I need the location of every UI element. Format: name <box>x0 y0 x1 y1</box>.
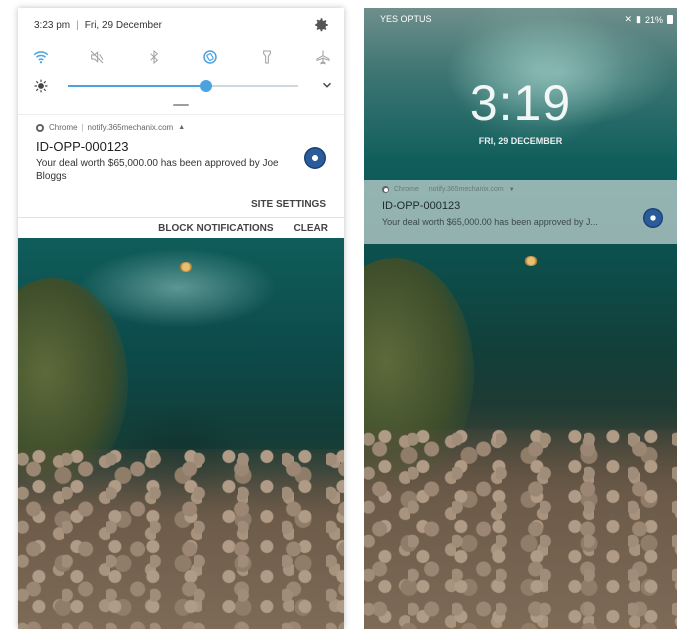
boat <box>179 262 193 272</box>
mute-icon[interactable] <box>88 48 106 66</box>
block-notifications-button[interactable]: BLOCK NOTIFICATIONS <box>158 223 273 234</box>
status-separator: | <box>76 20 79 31</box>
notification-actions: BLOCK NOTIFICATIONS CLEAR <box>158 223 328 234</box>
notification-app-name: Chrome <box>394 186 419 193</box>
notification-header: Chrome | notify.365mechanix.com ▲ <box>36 123 185 132</box>
notification-header: Chrome | notify.365mechanix.com ▼ <box>382 186 515 193</box>
home-wallpaper <box>18 238 344 629</box>
chevron-down-icon[interactable] <box>320 78 334 92</box>
settings-gear-icon[interactable] <box>312 16 330 34</box>
site-settings-button[interactable]: SITE SETTINGS <box>251 199 326 210</box>
bluetooth-icon[interactable] <box>145 48 163 66</box>
shade-handle[interactable] <box>173 104 189 106</box>
brightness-slider-fill <box>68 85 206 87</box>
notification-app-name: Chrome <box>49 123 78 132</box>
carrier-label: YES OPTUS <box>380 14 432 24</box>
battery-icon <box>667 15 673 24</box>
lock-screen: YES OPTUS ✕ ▮ 21% 3:19 FRI, 29 DECEMBER … <box>364 8 677 629</box>
chrome-notification-card[interactable]: Chrome | notify.365mechanix.com ▲ ID-OPP… <box>18 114 344 238</box>
battery-percent: 21% <box>644 14 663 25</box>
brightness-control <box>34 78 334 94</box>
status-bar: 3:23 pm | Fri, 29 December <box>34 20 162 31</box>
clear-button[interactable]: CLEAR <box>294 223 328 234</box>
header-separator: | <box>422 186 425 193</box>
notification-body: Your deal worth $65,000.00 has been appr… <box>36 158 279 182</box>
lock-notification-card[interactable]: Chrome | notify.365mechanix.com ▼ ID-OPP… <box>364 180 677 244</box>
quick-settings-panel: 3:23 pm | Fri, 29 December <box>18 8 344 112</box>
notification-source: notify.365mechanix.com <box>428 186 504 193</box>
lock-date: FRI, 29 DECEMBER <box>478 136 563 146</box>
airplane-mode-icon[interactable] <box>314 48 332 66</box>
quick-settings-toggles <box>32 48 332 66</box>
mute-icon: ✕ <box>624 14 633 24</box>
chevron-down-icon[interactable]: ▼ <box>509 187 515 193</box>
chrome-icon <box>36 123 44 132</box>
rocky-shore <box>364 429 677 629</box>
signal-icon: ▮ <box>636 14 641 24</box>
notification-title: ID-OPP-000123 <box>36 139 129 154</box>
chevron-up-icon[interactable]: ▲ <box>178 124 185 131</box>
notification-source: notify.365mechanix.com <box>87 123 174 132</box>
header-separator: | <box>81 123 84 132</box>
site-logo-icon <box>304 147 326 169</box>
rocky-shore <box>18 449 344 629</box>
auto-rotate-icon[interactable] <box>201 48 219 66</box>
actions-divider <box>18 217 344 218</box>
brightness-slider[interactable] <box>68 80 298 92</box>
status-time: 3:23 pm <box>34 20 71 31</box>
boat <box>524 256 538 266</box>
chrome-icon <box>382 186 389 193</box>
notification-body: Your deal worth $65,000.00 has been appr… <box>382 217 598 227</box>
lock-clock: 3:19 <box>469 75 572 131</box>
notification-title: ID-OPP-000123 <box>382 200 461 212</box>
wifi-icon[interactable] <box>32 48 50 66</box>
status-icons: ✕ ▮ 21% <box>624 14 673 25</box>
status-date: Fri, 29 December <box>84 20 162 31</box>
site-logo-icon <box>643 208 663 228</box>
notification-shade-screen: 3:23 pm | Fri, 29 December Chrome | noti… <box>18 8 344 629</box>
brightness-slider-thumb[interactable] <box>200 80 212 92</box>
flashlight-icon[interactable] <box>258 48 276 66</box>
brightness-icon <box>34 79 48 93</box>
